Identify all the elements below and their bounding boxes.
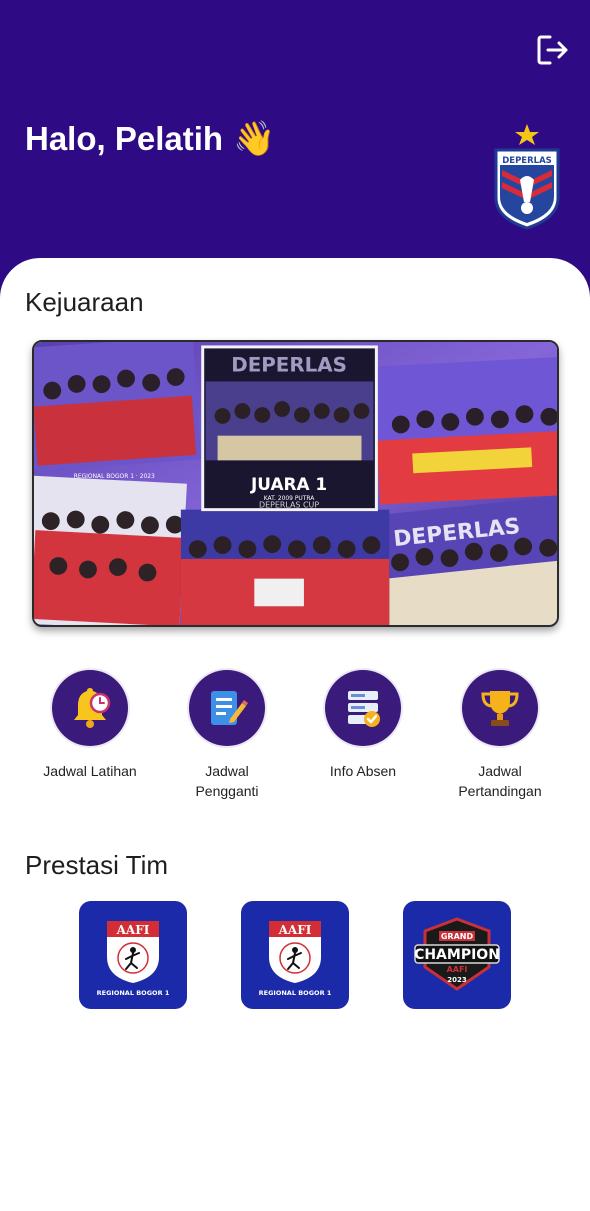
menu-jadwal-pengganti[interactable]: Jadwal Pengganti bbox=[157, 670, 297, 801]
menu-jadwal-pengganti-label: Jadwal Pengganti bbox=[195, 763, 259, 799]
aafi-caption: REGIONAL BOGOR 1 bbox=[259, 989, 332, 997]
wave-emoji: 👋 bbox=[233, 120, 276, 158]
championship-title: Kejuaraan bbox=[25, 287, 144, 317]
achievements-title: Prestasi Tim bbox=[25, 850, 169, 880]
achievement-aafi-1[interactable]: AAFI REGIONAL BOGOR 1 bbox=[79, 901, 187, 1009]
menu-jadwal-pertandingan[interactable]: Jadwal Pertandingan bbox=[430, 670, 570, 801]
banner-text-regional: REGIONAL BOGOR 1 · 2023 bbox=[74, 473, 155, 480]
attendance-list-icon bbox=[348, 691, 380, 727]
menu-jadwal-pertandingan-circle[interactable] bbox=[462, 670, 538, 746]
menu-info-absen-label: Info Absen bbox=[329, 763, 397, 779]
aafi-logo: AAFI REGIONAL BOGOR 1 bbox=[97, 921, 170, 997]
aafi-text: AAFI bbox=[116, 923, 150, 937]
logout-icon[interactable] bbox=[536, 33, 570, 67]
achievement-grand-champion[interactable]: GRAND CHAMPION AAFI 2023 bbox=[403, 901, 511, 1009]
aafi-caption: REGIONAL BOGOR 1 bbox=[97, 989, 170, 997]
note-edit-icon bbox=[211, 691, 248, 725]
menu-jadwal-pertandingan-label: Jadwal Pertandingan bbox=[458, 763, 542, 799]
champion-sub: AAFI bbox=[447, 965, 468, 974]
banner-text-cup: DEPERLAS CUP bbox=[259, 501, 319, 510]
club-logo: DEPERLAS bbox=[494, 124, 560, 230]
achievement-aafi-2[interactable]: AAFI REGIONAL BOGOR 1 bbox=[241, 901, 349, 1009]
menu-jadwal-pengganti-circle[interactable] bbox=[189, 670, 265, 746]
club-logo-text: DEPERLAS bbox=[502, 156, 552, 166]
menu-jadwal-latihan-label: Jadwal Latihan bbox=[43, 763, 137, 779]
app-header: Halo, Pelatih 👋 DEPERLAS bbox=[0, 0, 590, 300]
banner-text-juara: JUARA 1 bbox=[250, 474, 327, 494]
poster-text-deperlas: DEPERLAS bbox=[231, 354, 347, 377]
menu-jadwal-latihan-circle[interactable] bbox=[52, 670, 128, 746]
trophy-icon bbox=[481, 691, 519, 726]
grand-text: GRAND bbox=[441, 932, 474, 941]
menu-info-absen-circle[interactable] bbox=[325, 670, 401, 746]
greeting: Halo, Pelatih 👋 bbox=[25, 120, 275, 158]
championship-banner[interactable]: DEPERLAS DEPERLAS JUARA 1 KAT. 2009 PUTR… bbox=[32, 340, 559, 627]
menu-info-absen[interactable]: Info Absen bbox=[293, 670, 433, 781]
grand-champion-logo: GRAND CHAMPION AAFI 2023 bbox=[414, 917, 500, 991]
champion-text: CHAMPION bbox=[414, 947, 500, 963]
aafi-logo: AAFI REGIONAL BOGOR 1 bbox=[259, 921, 332, 997]
greeting-text: Halo, Pelatih bbox=[25, 120, 224, 157]
champion-year: 2023 bbox=[447, 976, 467, 984]
menu-jadwal-latihan[interactable]: Jadwal Latihan bbox=[20, 670, 160, 781]
alarm-bell-icon bbox=[74, 688, 111, 728]
aafi-text: AAFI bbox=[278, 923, 312, 937]
